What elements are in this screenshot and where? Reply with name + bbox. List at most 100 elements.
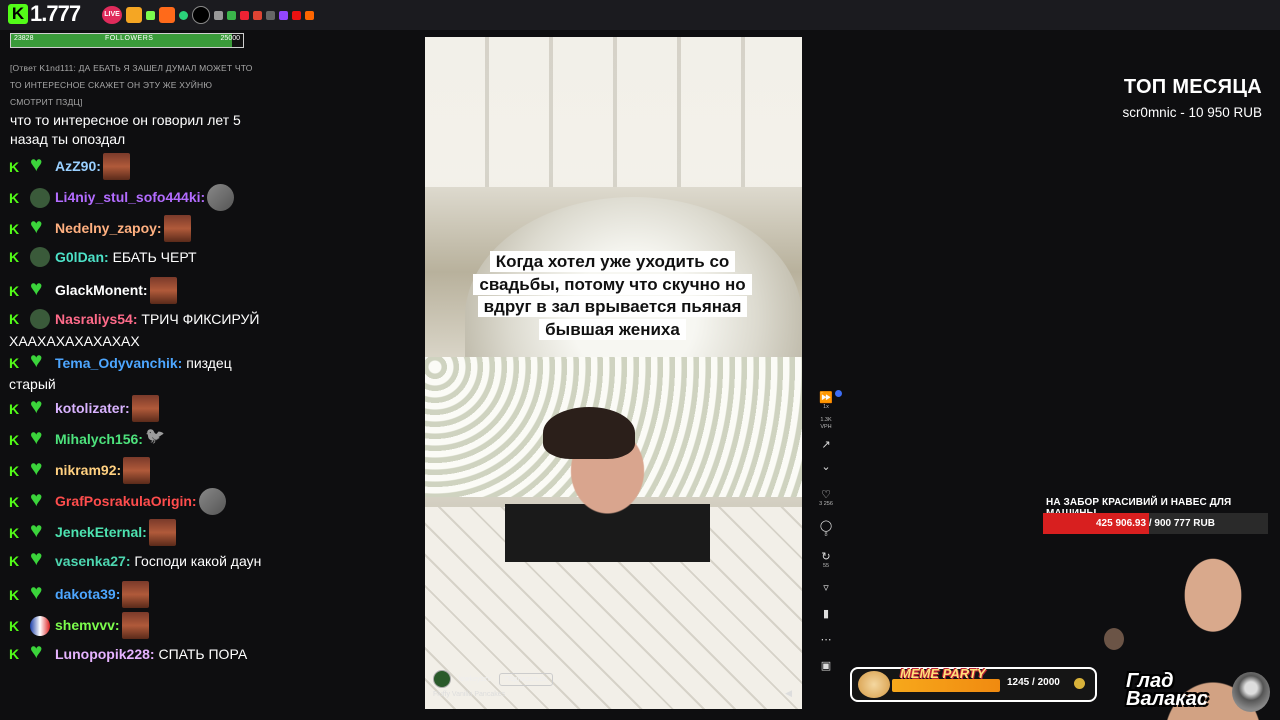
chat-username[interactable]: GlackMonent: (55, 282, 148, 298)
chat-message: Kvasenka27: Господи какой даун (0, 548, 265, 581)
chat-username[interactable]: Lunopopik228: (55, 646, 155, 662)
chat-message: K G0lDan: ЕБАТЬ ЧЕРТ (0, 246, 265, 277)
viewer-count: 1.777 (30, 1, 81, 26)
chat-message: Knikram92: (0, 457, 265, 488)
chat-message: K GrafPosrakulaOrigin: (0, 488, 265, 519)
more-icon[interactable]: ⋯ (815, 634, 837, 646)
chat-message: K Lunopopik228: СПАТЬ ПОРА (0, 641, 265, 674)
live-badge-icon: LIVE (102, 6, 122, 24)
lock-icon (126, 7, 142, 23)
video-caption: Когда хотел уже уходить со свадьбы, пото… (455, 251, 770, 341)
kick-badge-icon: K (9, 400, 20, 417)
meme-party-count: 1245 / 2000 (1007, 677, 1060, 688)
user-avatar[interactable] (30, 247, 50, 268)
user-avatar[interactable] (30, 309, 50, 330)
chat-username[interactable]: Tema_Odyvanchik: (55, 354, 182, 370)
kick-badge-icon: K (9, 462, 20, 479)
followers-goal: 23828 FOLLOWERS 25000 (10, 33, 244, 48)
author-avatar[interactable] (433, 670, 451, 688)
kick-badge-icon: K (9, 431, 20, 448)
app-icon[interactable]: ▣ (815, 660, 837, 672)
overlay-name: Глад Валакас (1126, 671, 1209, 710)
platform-icons: LIVE (102, 6, 314, 24)
chat-emote (123, 457, 151, 485)
video-sound[interactable]: Fluffy Vanilla Pancakes (433, 691, 505, 698)
video-player[interactable]: Когда хотел уже уходить со свадьбы, пото… (425, 37, 802, 709)
vph-value: 1.3K (820, 417, 832, 423)
speed-control[interactable]: ⏩ 1x (815, 392, 837, 411)
chat-username[interactable]: G0lDan: (55, 249, 109, 265)
chat-username[interactable]: GrafPosrakulaOrigin: (55, 493, 197, 509)
chat-username[interactable]: shemvvv: (55, 617, 120, 633)
share-icon[interactable]: ▿ (815, 582, 837, 594)
notification-badge (835, 390, 842, 397)
heart-badge-icon[interactable] (30, 458, 50, 481)
kick-badge-icon: K (9, 646, 20, 663)
chat-username[interactable]: kotolizater: (55, 400, 130, 416)
video-author: lowkeyzzv Подписаться (433, 670, 553, 688)
subscribe-button[interactable]: Подписаться (498, 672, 553, 686)
heart-badge-icon[interactable] (30, 350, 50, 373)
chat-message: K GlackMonent: (0, 277, 265, 308)
kick-badge-icon: K (9, 493, 20, 510)
kick-badge-icon: K (9, 189, 20, 206)
heart-badge-icon[interactable] (30, 582, 50, 605)
like-button[interactable]: ♡ 3 256 (815, 489, 837, 508)
heart-badge-icon[interactable] (30, 641, 50, 664)
youtube-icon (292, 10, 301, 20)
chat-username[interactable]: nikram92: (55, 462, 121, 478)
volume-icon[interactable]: ◀ (785, 688, 792, 699)
heart-badge-icon[interactable] (30, 154, 50, 177)
m-logo-icon (159, 7, 175, 23)
chat-text: СПАТЬ ПОРА (158, 645, 248, 662)
chat-username[interactable]: Mihalych156: (55, 431, 143, 447)
chat-username[interactable]: vasenka27: (55, 553, 131, 569)
chat-message: K Mihalych156: (0, 426, 265, 457)
reply-context: [Ответ K1nd111: ДА ЕБАТЬ Я ЗАШЕЛ ДУМАЛ М… (10, 63, 253, 107)
chat-username[interactable]: Nedelny_zapoy: (55, 220, 162, 236)
chat-username[interactable]: AzZ90: (55, 158, 101, 174)
kick-badge-icon: K (9, 282, 20, 299)
chat-emote (149, 277, 177, 304)
streamer-hair (543, 407, 635, 459)
chevron-down-icon[interactable]: ⌄ (815, 461, 837, 473)
chat-message: Kkotolizater: (0, 395, 265, 426)
like-count: 3 256 (819, 501, 833, 507)
repost-button[interactable]: ↻ 55 (815, 551, 837, 570)
user-avatar[interactable] (30, 615, 50, 636)
user-avatar[interactable] (30, 187, 50, 208)
chat-username[interactable]: Nasraliys54: (55, 311, 138, 327)
comment-count: 8 (824, 532, 828, 538)
top-month-title: ТОП МЕСЯЦА (1123, 76, 1262, 98)
followers-label: FOLLOWERS (105, 35, 154, 42)
overlay-name-line2: Валакас (1126, 688, 1209, 710)
heart-badge-icon[interactable] (30, 396, 50, 419)
slash-icon (266, 10, 275, 20)
heart-badge-icon[interactable] (30, 548, 50, 571)
x-logo-icon (192, 6, 210, 24)
trend-icon[interactable]: ↗ (815, 439, 837, 451)
player-rail: ⏩ 1x 1.3K VPH ↗ ⌄ ♡ 3 256 ◯ 8 ↻ 55 ▿ ▮ ⋯ ▣ (815, 390, 842, 672)
kick-logo-icon: K (8, 4, 28, 24)
heart-badge-icon[interactable] (30, 278, 50, 301)
author-name[interactable]: lowkeyzzv (459, 676, 491, 683)
heart-badge-icon[interactable] (30, 216, 50, 239)
chat-username[interactable]: Li4niy_stul_sofo444ki: (55, 189, 205, 205)
top-month-panel: ТОП МЕСЯЦА scr0mnic - 10 950 RUB (1122, 76, 1262, 120)
kick-badge-icon: K (9, 220, 20, 237)
comment-button[interactable]: ◯ 8 (815, 520, 837, 539)
circle-icon (179, 10, 188, 20)
bookmark-icon[interactable]: ▮ (815, 608, 837, 620)
heart-badge-icon[interactable] (30, 520, 50, 543)
heart-badge-icon[interactable] (30, 489, 50, 512)
kick-badge-icon: K (9, 586, 20, 603)
chat-username[interactable]: JenekEternal: (55, 524, 147, 540)
chat-text: ЕБАТЬ ЧЕРТ (112, 248, 197, 265)
heart-badge-icon[interactable] (30, 427, 50, 450)
chat-emote (163, 215, 191, 242)
boosty-icon (305, 10, 314, 20)
followers-current: 23828 (14, 35, 34, 42)
record-icon (253, 10, 262, 20)
chat-username[interactable]: dakota39: (55, 586, 120, 602)
chat-emote (207, 184, 235, 211)
